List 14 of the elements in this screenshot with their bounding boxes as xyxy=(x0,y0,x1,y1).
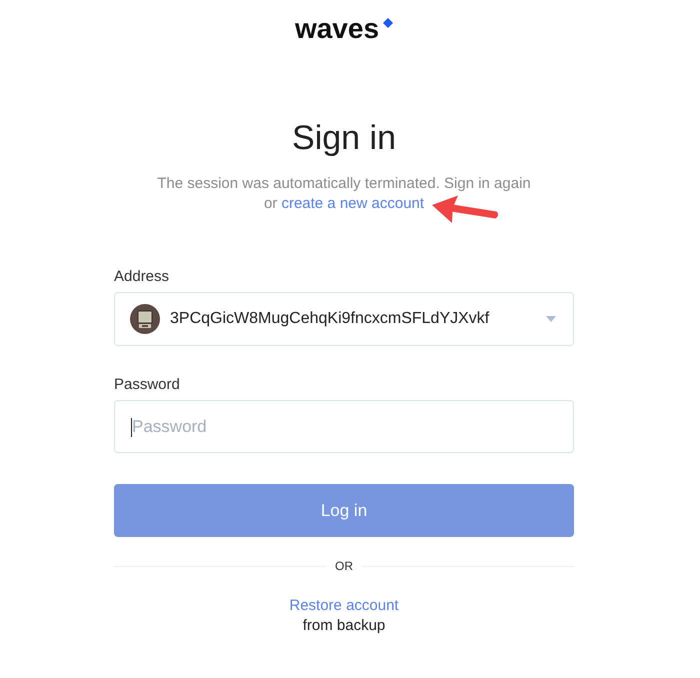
create-account-link[interactable]: create a new account xyxy=(281,195,424,212)
address-label: Address xyxy=(114,267,170,287)
or-separator-text: OR xyxy=(334,558,354,575)
password-label: Password xyxy=(114,375,180,395)
caret-icon xyxy=(546,316,556,322)
session-message: The session was automatically terminated. Sign in again or create a new account xyxy=(157,174,531,214)
restore-account-link[interactable]: Restore account xyxy=(289,596,399,616)
diamond-icon xyxy=(383,18,394,28)
logo-text: waves xyxy=(294,13,380,45)
from-backup-text: from backup xyxy=(302,616,386,636)
avatar-icon xyxy=(130,304,160,334)
password-field[interactable]: Password xyxy=(114,400,574,453)
address-select[interactable]: 3PCqGicW8MugCehqKi9fncxcmSFLdYJXvkf xyxy=(114,292,574,346)
page-title: Sign in xyxy=(292,118,396,158)
